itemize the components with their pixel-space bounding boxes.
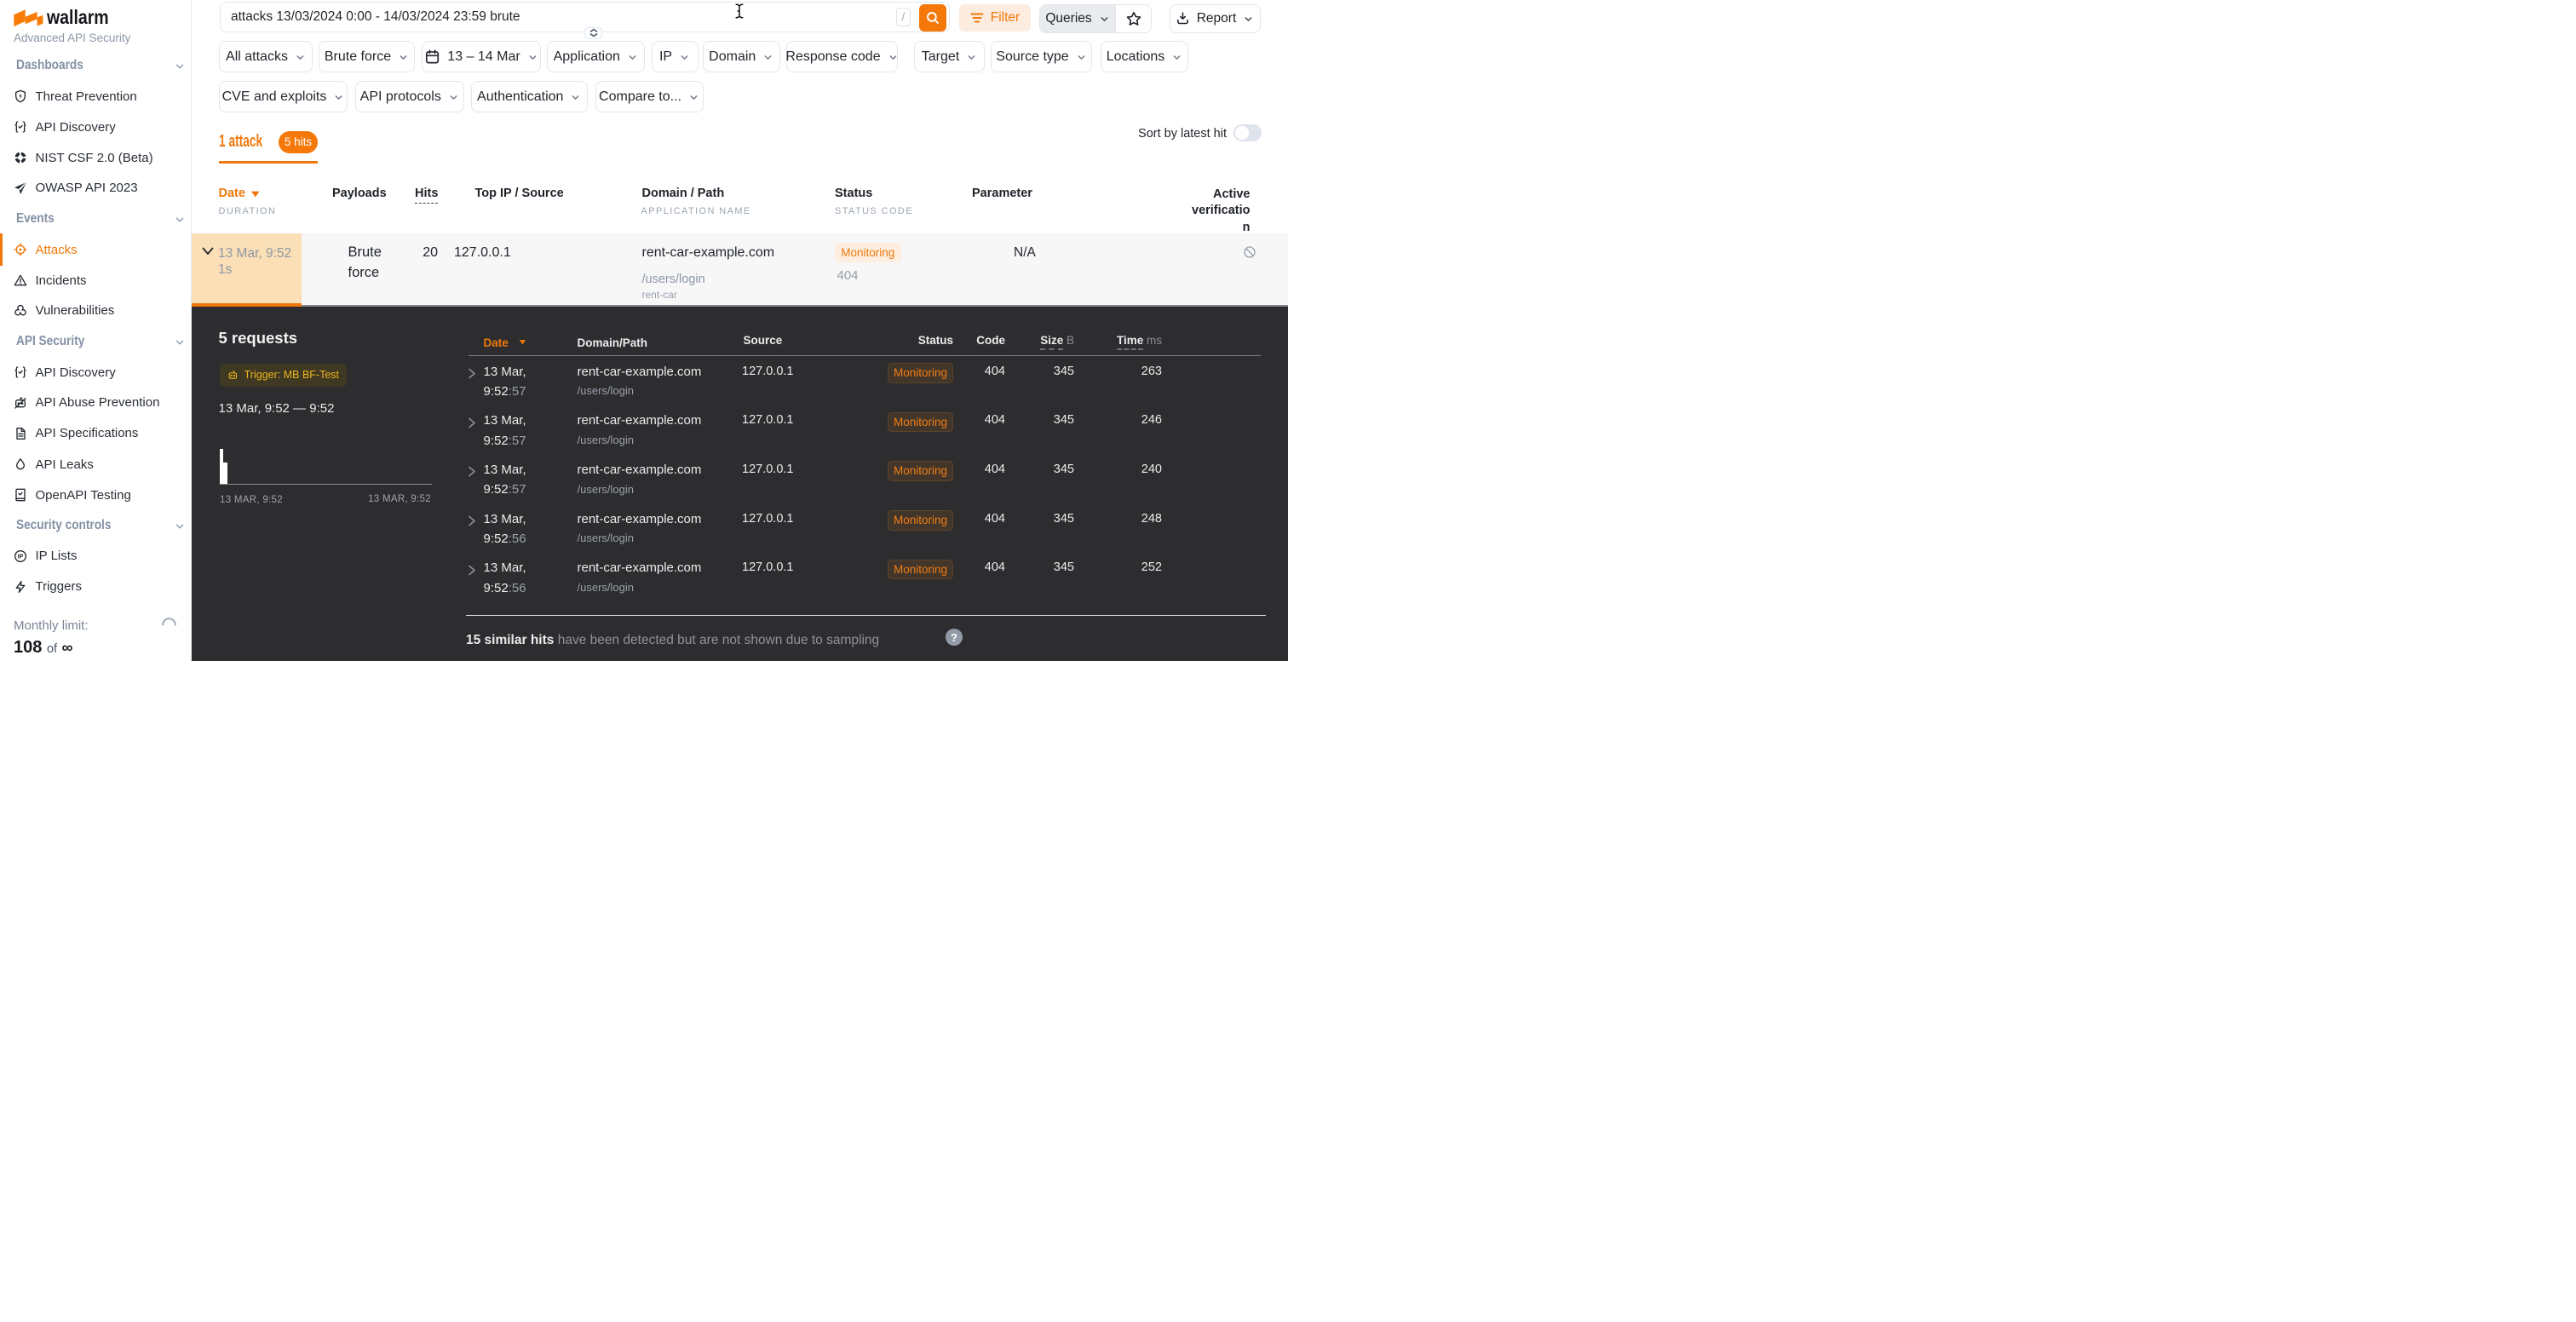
svg-text:IP: IP — [18, 554, 24, 560]
